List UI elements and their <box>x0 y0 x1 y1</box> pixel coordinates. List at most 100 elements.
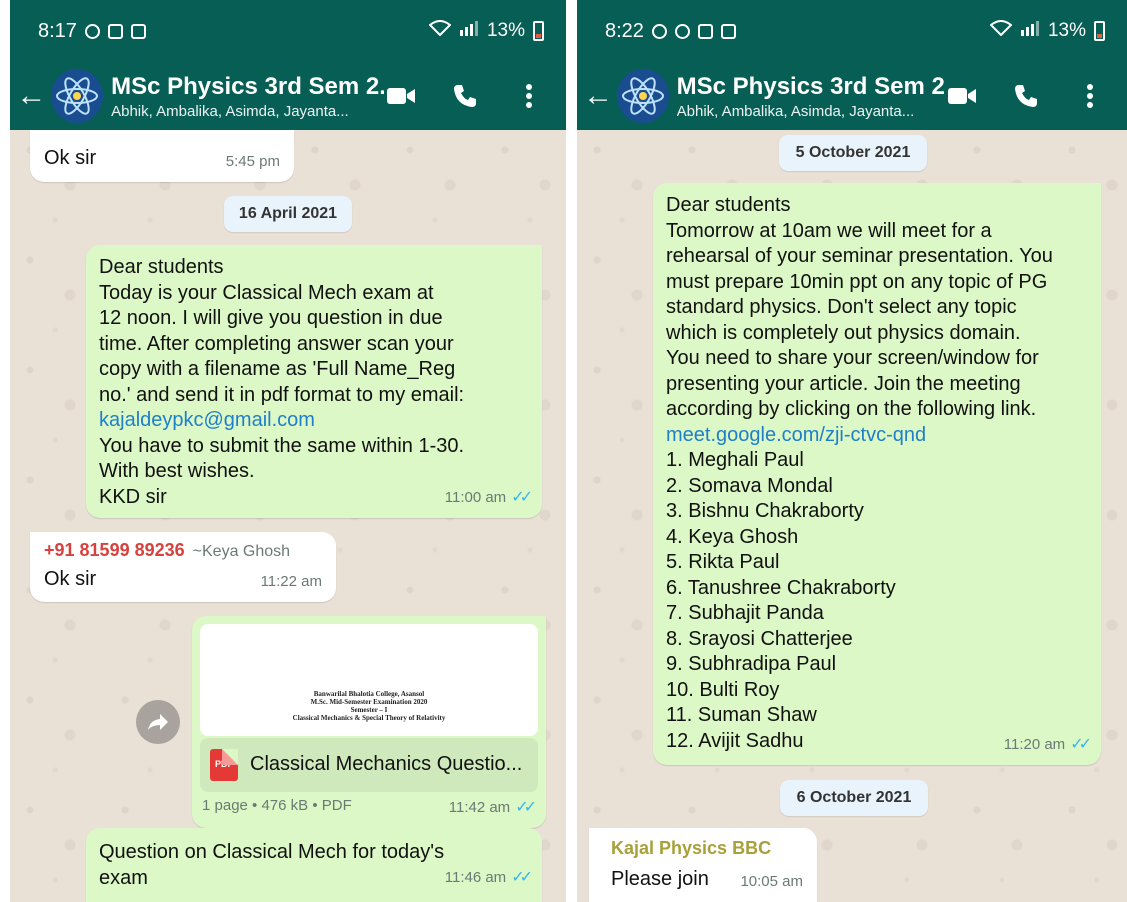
settings-status-icon <box>674 23 690 39</box>
message-line: With best wishes. <box>99 460 255 482</box>
message-bubble-incoming[interactable]: Ok sir 5:45 pm <box>30 130 294 182</box>
student-name: 4. Keya Ghosh <box>666 525 799 548</box>
wifi-icon <box>989 20 1013 42</box>
email-link[interactable]: kajaldeypkc@gmail.com <box>99 408 464 434</box>
preview-line: Classical Mechanics & Special Theory of … <box>292 714 446 722</box>
message-time: 11:22 am <box>260 572 322 590</box>
atom-icon <box>55 77 98 115</box>
preview-line: M.Sc. Mid-Semester Examination 2020 <box>310 698 428 706</box>
battery-icon <box>533 21 544 41</box>
wifi-icon <box>428 20 452 42</box>
message-line: Dear students <box>666 194 791 216</box>
student-name: 5. Rikta Paul <box>666 551 780 573</box>
message-line: according by clicking on the following l… <box>666 398 1037 420</box>
message-time: 11:42 am <box>448 798 511 816</box>
message-line: presenting your article. Join the meetin… <box>666 372 1021 395</box>
group-title: MSc Physics 3rd Sem 2... <box>111 72 385 100</box>
status-bar: 8:17 13% <box>10 0 566 62</box>
message-line: 12 noon. I will give you question in due <box>99 307 443 329</box>
message-bubble-incoming[interactable]: +91 81599 89236 ~Keya Ghosh Ok sir 11:22 … <box>30 532 336 602</box>
status-bar: 8:22 13% <box>577 0 1127 62</box>
sender-pushname: ~Keya Ghosh <box>192 543 291 560</box>
date-divider: 16 April 2021 <box>224 196 352 232</box>
student-name: 6. Tanushree Chakraborty <box>666 576 896 599</box>
battery-icon <box>1094 21 1105 41</box>
message-line: Dear students <box>99 256 224 278</box>
video-call-icon[interactable] <box>945 79 979 113</box>
document-file-bar[interactable]: PDF Classical Mechanics Questio... <box>200 738 538 792</box>
message-time: 11:00 am <box>444 488 507 506</box>
preview-line: Semester – I <box>350 706 388 714</box>
gallery-status-icon <box>130 23 146 39</box>
message-time: 10:05 am <box>740 872 803 890</box>
voice-call-icon[interactable] <box>448 79 482 113</box>
video-call-icon[interactable] <box>384 79 418 113</box>
student-name: 3. Bishnu Chakraborty <box>666 500 864 522</box>
document-info: 1 page • 476 kB • PDF <box>202 796 352 814</box>
message-line: exam <box>99 866 148 889</box>
student-name: 1. Meghali Paul <box>666 449 804 471</box>
read-ticks-icon: ✓✓ <box>1070 735 1092 753</box>
document-message-bubble[interactable]: Banwarilal Bhalotia College, Asansol M.S… <box>192 616 546 828</box>
message-bubble-outgoing[interactable]: Dear students Tomorrow at 10am we will m… <box>653 183 1101 765</box>
message-bubble-incoming[interactable]: Kajal Physics BBC Please join 10:05 am <box>589 828 817 902</box>
group-members: Abhik, Ambalika, Asimda, Jayanta... <box>111 102 349 120</box>
document-name: Classical Mechanics Questio... <box>250 753 523 776</box>
sender-name[interactable]: Kajal Physics BBC <box>611 836 771 862</box>
right-screenshot: 8:22 13% ← MSc Physics 3rd Sem 2... Abhi… <box>577 0 1127 902</box>
student-name: 10. Bulti Roy <box>666 678 780 701</box>
chat-header: ← MSc Physics 3rd Sem 2... Abhik, Ambali… <box>10 62 566 130</box>
more-options-icon[interactable] <box>512 79 546 113</box>
notification-status-icon <box>107 23 123 39</box>
status-time: 8:17 <box>38 19 77 42</box>
gallery-status-icon <box>720 23 736 39</box>
meeting-link[interactable]: meet.google.com/zji-ctvc-qnd <box>666 423 1053 449</box>
forward-arrow-icon <box>148 714 168 730</box>
message-time: 11:20 am <box>1003 735 1066 753</box>
forward-button[interactable] <box>136 700 180 744</box>
message-bubble-outgoing[interactable]: Dear students Today is your Classical Me… <box>86 245 542 518</box>
message-line: rehearsal of your seminar presentation. … <box>666 245 1053 267</box>
message-line: copy with a filename as 'Full Name_Reg <box>99 358 456 380</box>
message-text: Ok sir <box>44 147 97 169</box>
read-ticks-icon: ✓✓ <box>511 868 533 886</box>
more-options-icon[interactable] <box>1073 79 1107 113</box>
back-arrow-icon[interactable]: ← <box>14 79 49 113</box>
chat-title-block[interactable]: MSc Physics 3rd Sem 2... Abhik, Ambalika… <box>677 73 945 120</box>
student-name: 11. Suman Shaw <box>666 704 817 726</box>
message-line: Question on Classical Mech for today's <box>99 841 445 863</box>
signal-icon <box>459 20 479 42</box>
whatsapp-status-icon <box>651 23 667 39</box>
student-name: 12. Avijit Sadhu <box>666 729 804 752</box>
message-line: no.' and send it in pdf format to my ema… <box>99 383 465 406</box>
message-line: standard physics. Don't select any topic <box>666 296 1017 318</box>
message-line: You have to submit the same within 1-30. <box>99 434 465 457</box>
read-ticks-icon: ✓✓ <box>515 798 537 816</box>
message-bubble-outgoing[interactable]: Question on Classical Mech for today's e… <box>86 828 542 902</box>
back-arrow-icon[interactable]: ← <box>581 79 615 113</box>
group-avatar[interactable] <box>617 69 669 123</box>
left-screenshot: 8:17 13% ← MSc Physics 3rd Sem 2... Abhi… <box>10 0 566 902</box>
date-divider: 6 October 2021 <box>780 780 928 816</box>
message-line: which is completely out physics domain. <box>666 321 1021 344</box>
message-line: You need to share your screen/window for <box>666 347 1039 369</box>
message-text: Please join <box>611 868 709 890</box>
message-line: time. After completing answer scan your <box>99 332 454 355</box>
group-title: MSc Physics 3rd Sem 2... <box>676 72 946 100</box>
group-members: Abhik, Ambalika, Asimda, Jayanta... <box>676 102 915 120</box>
message-line: must prepare 10min ppt on any topic of P… <box>666 270 1048 293</box>
message-line: Tomorrow at 10am we will meet for a <box>666 219 992 242</box>
message-line: KKD sir <box>99 485 167 508</box>
message-time: 5:45 pm <box>225 152 280 170</box>
message-line: Today is your Classical Mech exam at <box>99 281 434 304</box>
read-ticks-icon: ✓✓ <box>511 488 533 506</box>
group-avatar[interactable] <box>50 69 104 123</box>
voice-call-icon[interactable] <box>1009 79 1043 113</box>
student-name: 8. Srayosi Chatterjee <box>666 627 853 650</box>
sender-phone[interactable]: +91 81599 89236 <box>44 540 185 560</box>
status-time: 8:22 <box>605 19 644 42</box>
student-name: 9. Subhradipa Paul <box>666 653 837 675</box>
document-preview[interactable]: Banwarilal Bhalotia College, Asansol M.S… <box>200 624 538 736</box>
pdf-file-icon: PDF <box>210 749 238 781</box>
chat-title-block[interactable]: MSc Physics 3rd Sem 2... Abhik, Ambalika… <box>111 73 384 120</box>
